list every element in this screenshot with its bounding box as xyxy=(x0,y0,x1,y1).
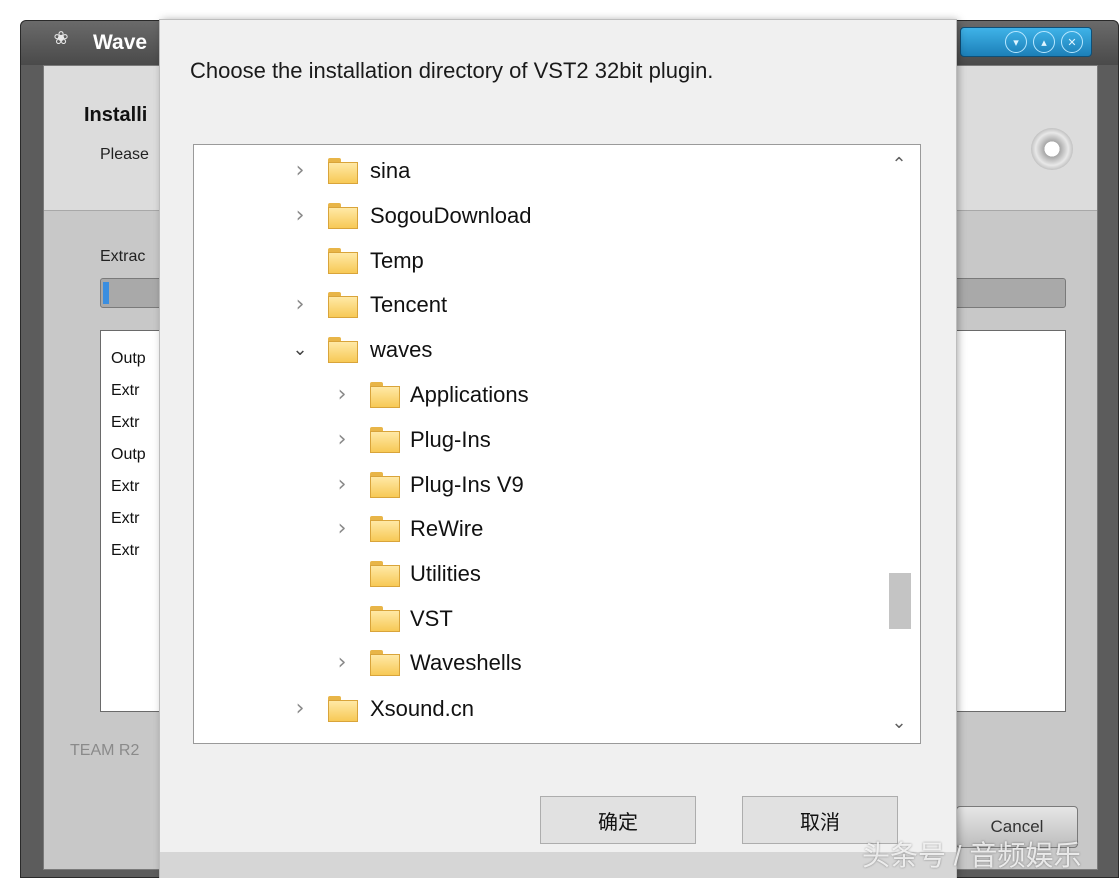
ok-button[interactable]: 确定 xyxy=(540,796,696,844)
dialog-bottom-edge xyxy=(160,852,956,878)
chevron-down-icon[interactable]: ⌄ xyxy=(290,330,310,370)
chevron-right-icon[interactable]: › xyxy=(290,689,310,729)
tree-item-label: Tencent xyxy=(370,292,448,317)
chevron-right-icon[interactable]: › xyxy=(332,465,352,505)
installer-header-subtitle: Please xyxy=(100,146,149,163)
chevron-right-icon[interactable]: › xyxy=(290,196,310,236)
browse-folder-dialog: Choose the installation directory of VST… xyxy=(160,20,956,878)
tree-item-rewire[interactable]: › ReWire xyxy=(194,509,874,549)
progress-fill xyxy=(103,282,109,304)
minimize-icon[interactable]: ▾ xyxy=(1005,31,1027,53)
maximize-icon[interactable]: ▴ xyxy=(1033,31,1055,53)
waves-logo-icon: ❀ xyxy=(53,28,69,49)
scroll-up-icon[interactable]: ⌃ xyxy=(880,147,918,183)
tree-item-label: Temp xyxy=(370,248,424,273)
tree-item-xsound[interactable]: › Xsound.cn xyxy=(194,689,874,729)
tree-item-plug-ins[interactable]: › Plug-Ins xyxy=(194,420,874,460)
tree-item-sina[interactable]: › sina xyxy=(194,151,874,191)
tree-item-label: Applications xyxy=(410,382,529,407)
folder-icon xyxy=(328,203,358,229)
tree-item-vst[interactable]: VST xyxy=(194,599,874,639)
installer-header-title: Installi xyxy=(84,104,148,126)
close-icon[interactable]: ✕ xyxy=(1061,31,1083,53)
gear-icon xyxy=(1031,128,1073,170)
folder-icon xyxy=(370,427,400,453)
tree-item-label: Plug-Ins xyxy=(410,427,491,452)
tree-item-label: Waveshells xyxy=(410,650,522,675)
window-controls: ▾ ▴ ✕ xyxy=(960,27,1092,57)
chevron-right-icon[interactable]: › xyxy=(290,285,310,325)
tree-item-waves[interactable]: ⌄ waves xyxy=(194,330,874,370)
installer-footer-brand: TEAM R2 xyxy=(70,742,140,759)
folder-icon xyxy=(370,472,400,498)
folder-icon xyxy=(370,516,400,542)
scrollbar-thumb[interactable] xyxy=(889,573,911,629)
chevron-right-icon[interactable]: › xyxy=(332,375,352,415)
tree-item-label: waves xyxy=(370,337,433,362)
folder-icon xyxy=(328,337,358,363)
extract-label: Extrac xyxy=(100,248,146,265)
dialog-prompt: Choose the installation directory of VST… xyxy=(190,58,714,83)
folder-icon xyxy=(328,696,358,722)
folder-icon xyxy=(328,292,358,318)
folder-icon xyxy=(328,248,358,274)
watermark: 头条号 / 音频娱乐 xyxy=(862,840,1082,871)
tree-item-sogoudownload[interactable]: › SogouDownload xyxy=(194,196,874,236)
chevron-right-icon[interactable]: › xyxy=(332,420,352,460)
tree-item-label: SogouDownload xyxy=(370,203,532,228)
scroll-down-icon[interactable]: ⌄ xyxy=(880,705,918,741)
tree-item-tencent[interactable]: › Tencent xyxy=(194,285,874,325)
tree-item-label: Utilities xyxy=(410,561,481,586)
vertical-scrollbar[interactable]: ⌃ ⌄ xyxy=(880,147,918,741)
installer-title: Wave xyxy=(93,31,148,54)
tree-item-temp[interactable]: Temp xyxy=(194,241,874,281)
tree-item-label: Plug-Ins V9 xyxy=(410,472,524,497)
tree-item-label: VST xyxy=(410,606,453,631)
tree-item-plug-ins-v9[interactable]: › Plug-Ins V9 xyxy=(194,465,874,505)
folder-icon xyxy=(370,561,400,587)
chevron-right-icon[interactable]: › xyxy=(332,509,352,549)
tree-item-utilities[interactable]: Utilities xyxy=(194,554,874,594)
tree-item-waveshells[interactable]: › Waveshells xyxy=(194,643,874,683)
tree-item-label: Xsound.cn xyxy=(370,696,474,721)
folder-icon xyxy=(328,158,358,184)
folder-icon xyxy=(370,650,400,676)
folder-icon xyxy=(370,606,400,632)
tree-item-label: ReWire xyxy=(410,516,484,541)
chevron-right-icon[interactable]: › xyxy=(290,151,310,191)
chevron-right-icon[interactable]: › xyxy=(332,643,352,683)
tree-item-applications[interactable]: › Applications xyxy=(194,375,874,415)
folder-tree[interactable]: › sina › SogouDownload Temp › Tencent ⌄ … xyxy=(193,144,921,744)
tree-item-label: sina xyxy=(370,158,411,183)
folder-icon xyxy=(370,382,400,408)
